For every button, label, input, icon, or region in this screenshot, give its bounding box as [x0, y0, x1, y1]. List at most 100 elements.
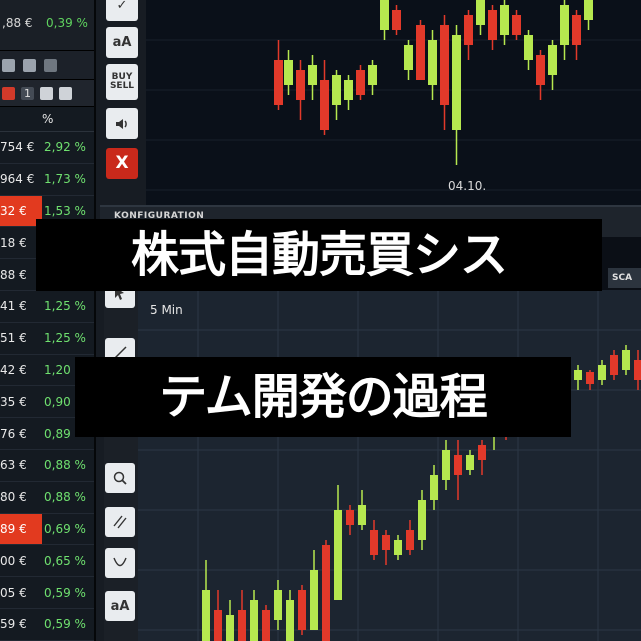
- watchlist-row[interactable]: 00 € 0,65 %: [0, 545, 94, 578]
- row-price: 80 €: [0, 490, 27, 505]
- font-size-button[interactable]: aA: [106, 27, 138, 58]
- row-price: 35 €: [0, 394, 27, 409]
- watchlist-row[interactable]: 41 € 1,25 %: [0, 291, 94, 323]
- tab-1[interactable]: 1: [21, 86, 34, 100]
- timeframe-label: 5 Min: [150, 303, 183, 317]
- row-change: 1,25 %: [44, 299, 86, 314]
- candle: [298, 585, 306, 635]
- watchlist-row[interactable]: 59 € 0,59 %: [0, 609, 94, 641]
- buy-sell-button[interactable]: BUY SELL: [106, 64, 138, 100]
- candle: [512, 10, 521, 40]
- candle: [214, 590, 222, 641]
- curve-tool-icon[interactable]: [105, 548, 135, 578]
- watchlist-row[interactable]: 80 € 0,88 %: [0, 482, 94, 514]
- watchlist-row[interactable]: 63 € 0,88 %: [0, 450, 94, 482]
- candle: [478, 440, 486, 475]
- candle: [332, 70, 341, 120]
- candle: [584, 0, 593, 30]
- top-gridlines: [146, 39, 641, 191]
- watchlist-row[interactable]: 754 € 2,92 %: [0, 132, 94, 164]
- candle: [572, 10, 581, 60]
- candle: [560, 0, 569, 60]
- candle: [454, 440, 462, 500]
- candle: [226, 600, 234, 641]
- window-icon[interactable]: [40, 86, 53, 100]
- price-chart-top[interactable]: [146, 0, 641, 210]
- flag-icon[interactable]: [2, 58, 15, 72]
- scale-tab[interactable]: SCA: [608, 268, 641, 288]
- watchlist-tabs: 1: [0, 80, 94, 107]
- summary-price: ,88 €: [2, 16, 33, 30]
- row-change: 1,53 %: [44, 203, 86, 218]
- row-price: 05 €: [0, 585, 27, 600]
- candle: [464, 10, 473, 60]
- bottom-gridlines: [138, 290, 641, 641]
- title-line-1: 株式自動売買シス: [36, 219, 602, 291]
- price-chart-bottom[interactable]: [138, 290, 641, 641]
- candle: [622, 345, 630, 375]
- candle: [380, 0, 389, 40]
- row-price: 59 €: [0, 617, 27, 632]
- candle: [500, 0, 509, 45]
- row-change: 0,69 %: [44, 521, 86, 536]
- price-chart-top-svg: [146, 0, 641, 191]
- layout-icon[interactable]: [59, 86, 72, 100]
- collapse-icon[interactable]: [44, 58, 57, 72]
- watchlist-row[interactable]: 89 €0,69 %: [0, 513, 94, 546]
- watchlist-panel: ,88 € 0,39 % 1 % 754 € 2,92 % 964 € 1,73 % 3…: [0, 0, 96, 641]
- summary-change: 0,39 %: [46, 16, 88, 30]
- candle: [536, 50, 545, 100]
- candle: [308, 55, 317, 100]
- candle: [430, 465, 438, 510]
- chart-date-label: 04.10.: [448, 179, 487, 193]
- candle: [284, 50, 293, 95]
- check-icon[interactable]: ✓: [106, 0, 138, 21]
- candle: [392, 5, 401, 35]
- candle: [238, 590, 246, 641]
- row-change: 1,73 %: [44, 172, 86, 187]
- percent-column-header[interactable]: %: [42, 112, 53, 126]
- candle: [466, 450, 474, 475]
- watchlist-row[interactable]: 51 € 1,25 %: [0, 323, 94, 355]
- row-price: 00 €: [0, 553, 27, 568]
- row-price: 42 €: [0, 362, 27, 377]
- row-price: 41 €: [0, 299, 27, 314]
- text-tool-button[interactable]: aA: [105, 591, 135, 621]
- candle: [356, 65, 365, 100]
- candle: [440, 15, 449, 130]
- parallel-lines-icon[interactable]: [105, 507, 135, 537]
- close-button[interactable]: X: [106, 148, 138, 179]
- candle: [334, 485, 342, 600]
- candle: [344, 75, 353, 110]
- candle: [610, 350, 618, 380]
- watchlist-row[interactable]: 05 € 0,59 %: [0, 577, 94, 609]
- phone-icon[interactable]: [23, 58, 36, 72]
- row-price: 76 €: [0, 426, 27, 441]
- row-price: 89 €: [0, 513, 42, 545]
- row-change: 1,25 %: [44, 331, 86, 346]
- watchlist-row[interactable]: 964 € 1,73 %: [0, 164, 94, 196]
- zoom-icon[interactable]: [105, 463, 135, 493]
- row-price: 964 €: [0, 172, 35, 187]
- candle: [394, 535, 402, 560]
- candle: [524, 30, 533, 70]
- candle: [296, 60, 305, 120]
- watchlist-header: %: [0, 107, 94, 132]
- row-price: 51 €: [0, 331, 27, 346]
- candle: [274, 580, 282, 630]
- candle: [202, 560, 210, 641]
- row-price: 63 €: [0, 458, 27, 473]
- candle: [322, 540, 330, 641]
- row-change: 0,88 %: [44, 490, 86, 505]
- speaker-icon[interactable]: [106, 108, 138, 139]
- candle: [476, 0, 485, 35]
- row-change: 0,59 %: [44, 617, 86, 632]
- candle: [442, 440, 450, 490]
- price-chart-bottom-svg: [138, 290, 641, 641]
- candle: [262, 605, 270, 641]
- candle: [382, 530, 390, 565]
- alert-icon[interactable]: [2, 86, 15, 100]
- row-change: 0,90: [44, 394, 71, 409]
- candle: [404, 40, 413, 80]
- sell-label: SELL: [109, 81, 135, 91]
